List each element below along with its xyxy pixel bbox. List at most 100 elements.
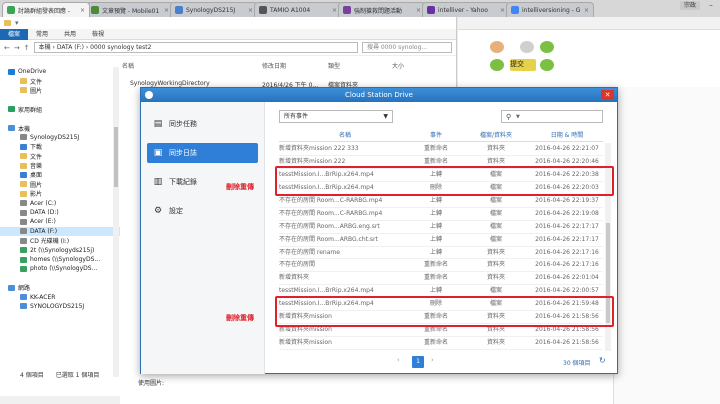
nav-item-label: 音樂	[30, 163, 43, 171]
tab-label: 文章預覽 - Mobile01	[102, 7, 160, 15]
event-filter-select[interactable]: 所有事件 ▼	[279, 110, 393, 123]
ribbon-tab[interactable]: 共用	[56, 29, 84, 40]
prev-page-icon[interactable]: ‹	[397, 356, 400, 364]
table-row[interactable]: 新增資料夾mission 重新命名 資料夾 2016-04-26 21:58:56	[279, 337, 603, 350]
nav-item[interactable]: 2t (\\Synologyds215j)	[0, 245, 120, 254]
nav-item[interactable]: 音樂	[0, 161, 120, 170]
nav-item[interactable]: 圖片	[0, 180, 120, 189]
nav-item[interactable]: DATA (D:)	[0, 208, 120, 217]
address-bar[interactable]: 本機 › DATA (F:) › 0000 synology test2	[33, 42, 358, 53]
user-badge[interactable]: 宗政	[680, 1, 700, 10]
browser-tab[interactable]: intelliversioning - G ×	[506, 2, 594, 17]
table-row[interactable]: 不存在的房間 rename 上轉 資料夾 2016-04-26 22:17:16	[279, 247, 603, 260]
nav-item[interactable]: photo (\\SynologyDS...	[0, 264, 120, 273]
browser-tab[interactable]: SynologyDS215J ×	[170, 2, 258, 17]
nav-item[interactable]: DATA (F:)	[0, 226, 120, 237]
refresh-icon[interactable]: ↻	[599, 356, 606, 365]
nav-item	[0, 114, 120, 123]
emoticon-icon[interactable]	[520, 41, 534, 53]
cell-event: 重新命名	[423, 261, 448, 269]
explorer-titlebar: ▾	[0, 17, 456, 29]
ribbon-tab[interactable]: 檔案	[0, 28, 29, 40]
column-type[interactable]: 檔案/資料夾	[461, 130, 531, 141]
cell-name: 不存在的房間 rename	[279, 248, 340, 256]
emoticon-icon[interactable]	[540, 59, 554, 71]
column-header[interactable]: 修改日期	[262, 61, 328, 71]
cell-event: 上轉	[429, 196, 442, 204]
log-search-input[interactable]: ⚲ ▼	[501, 110, 603, 123]
column-header[interactable]: 名稱	[122, 61, 262, 71]
nav-item[interactable]: OneDrive	[0, 67, 120, 76]
sidebar-item-label: 同步日誌	[169, 149, 197, 157]
emoticon-icon[interactable]	[490, 41, 504, 53]
minimize-icon[interactable]: –	[704, 1, 718, 10]
column-date[interactable]: 日期 & 時間	[531, 130, 603, 141]
nav-item[interactable]: homes (\\SynologyDS...	[0, 255, 120, 264]
ribbon-tab[interactable]: 檢視	[84, 29, 112, 40]
browser-tab[interactable]: 文章預覽 - Mobile01 ×	[86, 2, 174, 17]
table-row[interactable]: 不存在的房間 Room...C-RARBG.mp4 上轉 檔案 2016-04-26 …	[279, 195, 603, 208]
column-header[interactable]: 大小	[392, 61, 432, 71]
browser-tab[interactable]: 討論群組發表回應 - ×	[2, 2, 90, 17]
nav-item[interactable]: 下載	[0, 142, 120, 151]
nav-item[interactable]: 文件	[0, 152, 120, 161]
close-tab-icon[interactable]: ×	[332, 7, 337, 14]
close-tab-icon[interactable]: ×	[584, 7, 589, 14]
nav-item[interactable]: 影片	[0, 189, 120, 198]
close-tab-icon[interactable]: ×	[500, 7, 505, 14]
breadcrumb-item[interactable]: 0000 synology test2	[90, 44, 151, 51]
close-icon[interactable]: ✕	[601, 90, 614, 100]
nav-item[interactable]: 桌面	[0, 170, 120, 179]
tab-favicon-icon	[427, 6, 435, 14]
nav-item[interactable]: Acer (C:)	[0, 198, 120, 207]
close-tab-icon[interactable]: ×	[164, 7, 169, 14]
next-page-icon[interactable]: ›	[431, 356, 434, 364]
table-row[interactable]: 不存在的房間 Room...C-RARBG.mp4 上轉 檔案 2016-04-26 …	[279, 208, 603, 221]
sidebar-item[interactable]: ▤ 同步任務	[147, 114, 258, 134]
close-tab-icon[interactable]: ×	[80, 7, 85, 14]
browser-tab[interactable]: 強制搶救問題活動 ×	[338, 2, 426, 17]
column-event[interactable]: 事件	[411, 130, 461, 141]
nav-item-label: 下載	[30, 144, 43, 152]
quick-access-icon[interactable]: ▾	[15, 19, 19, 27]
nav-item-label: DATA (F:)	[30, 227, 58, 235]
back-icon[interactable]: ←	[4, 44, 10, 52]
explorer-search-input[interactable]: 搜尋 0000 synolog...	[362, 42, 452, 53]
nav-item[interactable]: 家用群組	[0, 105, 120, 114]
emoticon-icon[interactable]	[540, 41, 554, 53]
nav-item[interactable]: CD 光碟機 (I:)	[0, 236, 120, 245]
ribbon-tab[interactable]: 常用	[28, 29, 56, 40]
browser-tab[interactable]: TAMIO A1004 ×	[254, 2, 342, 17]
nav-item[interactable]: 本機	[0, 123, 120, 133]
browser-tab[interactable]: intelliver - Yahoo ×	[422, 2, 510, 17]
column-header[interactable]: 類型	[328, 61, 392, 71]
forward-icon[interactable]: →	[14, 44, 20, 52]
page-number-button[interactable]: 1	[412, 356, 424, 368]
breadcrumb-item[interactable]: 本機	[39, 44, 51, 51]
close-tab-icon[interactable]: ×	[248, 7, 253, 14]
nav-scrollbar[interactable]	[113, 67, 119, 377]
table-row[interactable]: 不存在的房間 Room...ARBG.eng.srt 上轉 檔案 2016-04-26…	[279, 221, 603, 234]
up-icon[interactable]: ↑	[24, 44, 30, 52]
nav-scrollbar-thumb[interactable]	[114, 127, 118, 187]
table-row[interactable]: 不存在的房間 重新命名 資料夾 2016-04-26 22:17:16	[279, 259, 603, 273]
emoticon-icon[interactable]	[490, 59, 504, 71]
column-name[interactable]: 名稱	[279, 130, 411, 141]
submit-sticker-button[interactable]: 提交	[510, 59, 536, 71]
table-row[interactable]: 新增資料夾mission 222 333 重新命名 資料夾 2016-04-26 22…	[279, 143, 603, 156]
nav-item[interactable]: SynologyDS215J	[0, 133, 120, 142]
breadcrumb-item[interactable]: DATA (F:)	[57, 44, 84, 51]
nav-item[interactable]: KK-ACER	[0, 292, 120, 301]
nav-item-icon	[20, 134, 27, 141]
tab-label: 強制搶救問題活動	[354, 7, 403, 15]
close-tab-icon[interactable]: ×	[416, 7, 421, 14]
table-row[interactable]: 新增資料夾 重新命名 資料夾 2016-04-26 22:01:04	[279, 272, 603, 286]
sidebar-item[interactable]: ▣ 同步日誌	[147, 143, 258, 163]
nav-item[interactable]: 圖片	[0, 86, 120, 95]
nav-item[interactable]: 文件	[0, 76, 120, 86]
nav-item[interactable]: 網路	[0, 283, 120, 292]
nav-item[interactable]: Acer (E:)	[0, 217, 120, 226]
table-row[interactable]: 不存在的房間 Room...ARBG.cht.srt 上轉 檔案 2016-04-26…	[279, 234, 603, 247]
nav-item[interactable]: SYNOLOGYDS215J	[0, 302, 120, 311]
sidebar-item[interactable]: ⚙ 設定	[147, 201, 258, 221]
